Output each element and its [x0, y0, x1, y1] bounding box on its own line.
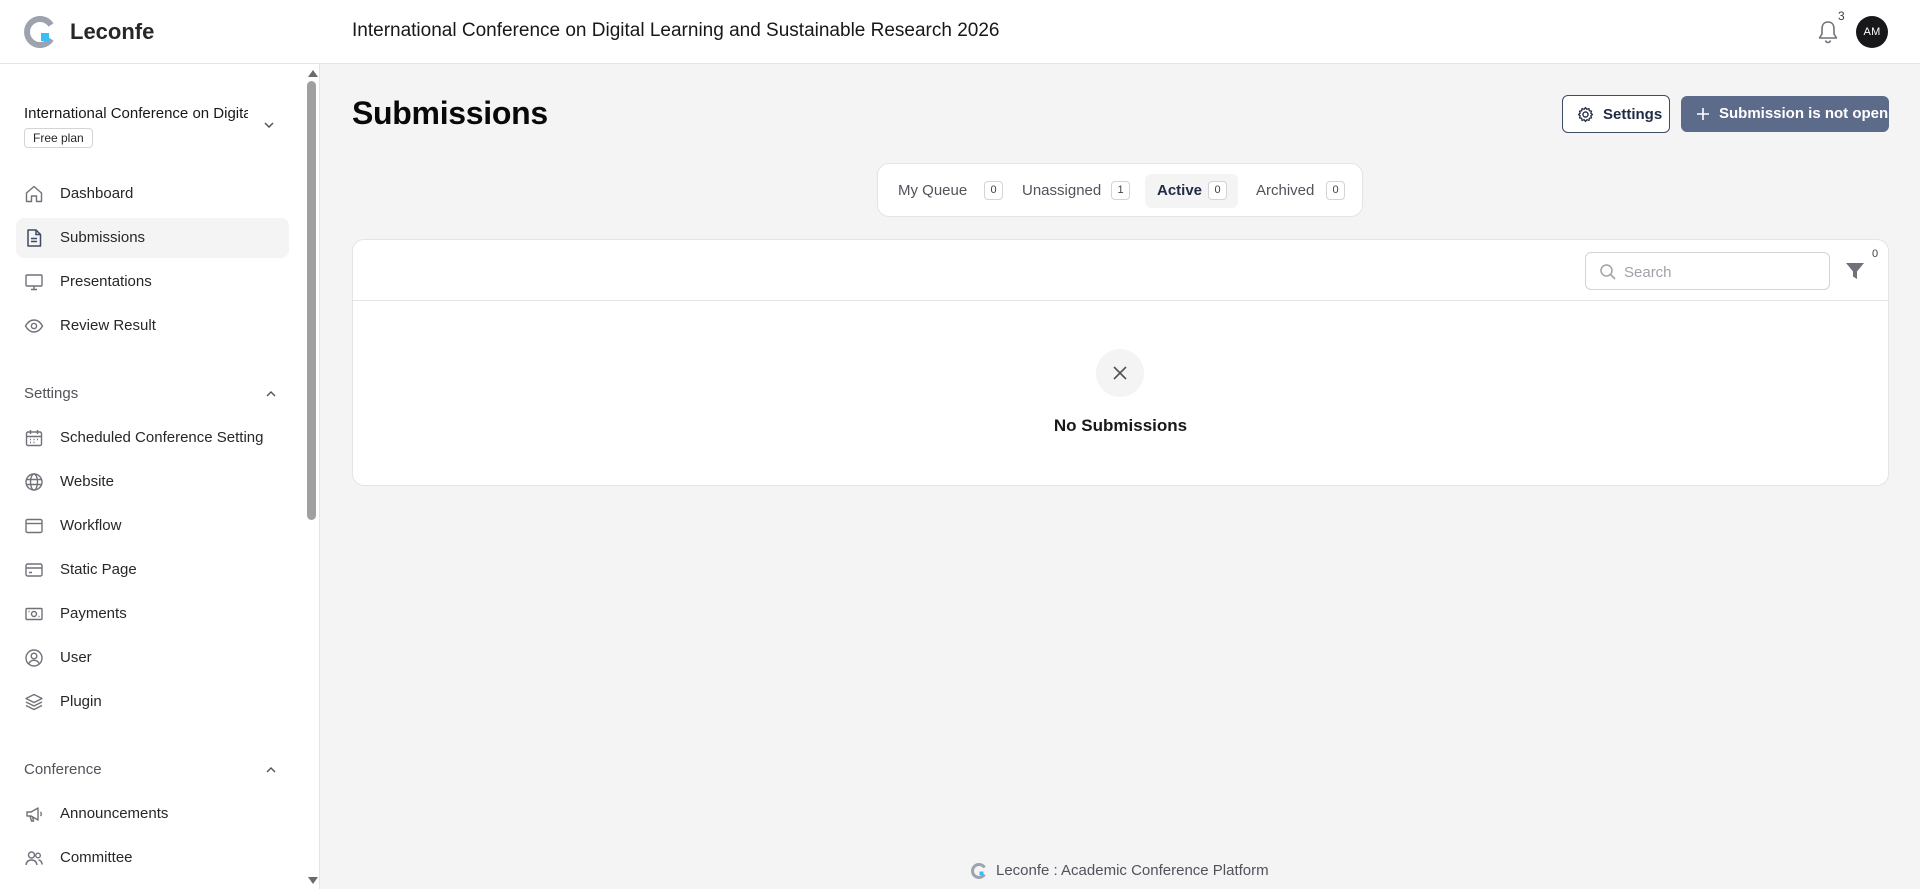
empty-state-badge	[1096, 349, 1144, 397]
sidebar-item-label: Plugin	[60, 693, 102, 710]
sidebar-item-submissions[interactable]: Submissions	[16, 218, 289, 258]
chevron-down-icon	[264, 122, 274, 129]
settings-group-label: Settings	[24, 385, 79, 402]
sidebar-item-label: Dashboard	[60, 185, 134, 202]
notification-count: 3	[1838, 9, 1845, 23]
layers-icon	[25, 693, 43, 711]
banknote-icon	[25, 607, 43, 621]
sidebar-item-label: Presentations	[60, 273, 152, 290]
user-circle-icon	[25, 649, 43, 667]
sidebar-item-workflow[interactable]: Workflow	[16, 506, 289, 546]
sidebar-item-scheduled-conference-setting[interactable]: Scheduled Conference Setting	[16, 418, 289, 458]
sidebar-item-label: Payments	[60, 605, 127, 622]
sidebar-item-label: Website	[60, 473, 114, 490]
conference-switcher[interactable]: International Conference on Digital Lear…	[24, 104, 284, 152]
search-field[interactable]	[1585, 252, 1830, 290]
brand[interactable]: Leconfe	[24, 16, 154, 48]
submission-tabs: My Queue 0 Unassigned 1 Active 0 Archive…	[877, 163, 1363, 217]
gear-icon	[1577, 106, 1594, 123]
page-title: Submissions	[352, 95, 548, 131]
top-bar: Leconfe International Conference on Digi…	[0, 0, 1920, 64]
scroll-down-arrow-icon[interactable]	[308, 877, 318, 884]
settings-button-label: Settings	[1603, 106, 1663, 123]
submissions-table: 0 No Submissions	[352, 239, 1889, 486]
filter-icon[interactable]	[1844, 260, 1866, 282]
tab-label: Archived	[1256, 182, 1315, 199]
sidebar-item-label: Static Page	[60, 561, 137, 578]
search-input[interactable]	[1624, 261, 1819, 283]
home-icon	[25, 185, 43, 203]
brand-name: Leconfe	[70, 19, 155, 44]
tab-archived[interactable]: Archived 0	[1246, 174, 1353, 208]
footer-text: Leconfe : Academic Conference Platform	[996, 862, 1269, 879]
document-icon	[27, 229, 42, 247]
bell-icon[interactable]	[1816, 19, 1840, 45]
conference-title: International Conference on Digital Lear…	[352, 20, 1000, 41]
tab-count-badge: 0	[1326, 181, 1345, 200]
tab-active[interactable]: Active 0	[1145, 174, 1238, 208]
megaphone-icon	[26, 807, 42, 822]
plus-icon	[1697, 108, 1709, 120]
tab-label: My Queue	[898, 182, 968, 199]
calendar-icon	[25, 430, 43, 447]
credit-card-icon	[25, 563, 43, 577]
sidebar-item-static-page[interactable]: Static Page	[16, 550, 289, 590]
tab-count-badge: 0	[1208, 181, 1227, 200]
sidebar-item-payments[interactable]: Payments	[16, 594, 289, 634]
sidebar-item-label: Workflow	[60, 517, 122, 534]
sidebar-item-dashboard[interactable]: Dashboard	[16, 174, 289, 214]
tab-unassigned[interactable]: Unassigned 1	[1012, 174, 1137, 208]
table-toolbar: 0	[353, 240, 1888, 301]
chevron-up-icon[interactable]	[265, 388, 277, 400]
tab-label: Active	[1157, 182, 1203, 199]
globe-icon	[25, 473, 43, 491]
sidebar-item-label: Committee	[60, 849, 133, 866]
tab-count-badge: 1	[1111, 181, 1130, 200]
sidebar-item-label: Submissions	[60, 229, 146, 246]
window-icon	[25, 518, 43, 534]
sidebar-item-review-result[interactable]: Review Result	[16, 306, 289, 346]
sidebar-item-label: Scheduled Conference Setting	[60, 429, 264, 446]
settings-button[interactable]: Settings	[1562, 95, 1670, 133]
search-icon	[1600, 264, 1616, 280]
leconfe-logo-icon	[971, 862, 986, 879]
sidebar-item-user[interactable]: User	[16, 638, 289, 678]
submission-closed-button-label: Submission is not open	[1719, 105, 1889, 122]
eye-icon	[24, 319, 44, 333]
sidebar: International Conference on Digital Lear…	[0, 64, 320, 889]
conference-switcher-name: International Conference on Digital Lear…	[24, 105, 248, 122]
avatar[interactable]: AM	[1856, 16, 1888, 48]
sidebar-item-website[interactable]: Website	[16, 462, 289, 502]
sidebar-scroll-thumb[interactable]	[307, 81, 316, 520]
close-icon	[1113, 366, 1127, 380]
filter-count: 0	[1872, 248, 1879, 260]
scroll-up-arrow-icon[interactable]	[308, 70, 318, 77]
chevron-up-icon[interactable]	[265, 764, 277, 776]
footer: Leconfe : Academic Conference Platform	[971, 862, 1269, 879]
sidebar-item-label: User	[60, 649, 92, 666]
tab-count-badge: 0	[984, 181, 1003, 200]
leconfe-logo-icon	[24, 16, 54, 48]
empty-state-message: No Submissions	[1053, 416, 1188, 435]
submission-closed-button[interactable]: Submission is not open	[1681, 96, 1889, 132]
sidebar-item-label: Announcements	[60, 805, 169, 822]
presentation-icon	[25, 274, 43, 291]
tab-label: Unassigned	[1022, 182, 1102, 199]
sidebar-item-presentations[interactable]: Presentations	[16, 262, 289, 302]
plan-badge: Free plan	[24, 128, 93, 148]
sidebar-item-label: Review Result	[60, 317, 156, 334]
sidebar-item-plugin[interactable]: Plugin	[16, 682, 289, 722]
sidebar-item-announcements[interactable]: Announcements	[16, 794, 289, 834]
tab-my-queue[interactable]: My Queue 0	[888, 174, 1004, 208]
conference-group-label: Conference	[24, 761, 102, 778]
users-icon	[25, 851, 43, 866]
sidebar-item-committee[interactable]: Committee	[16, 838, 289, 878]
